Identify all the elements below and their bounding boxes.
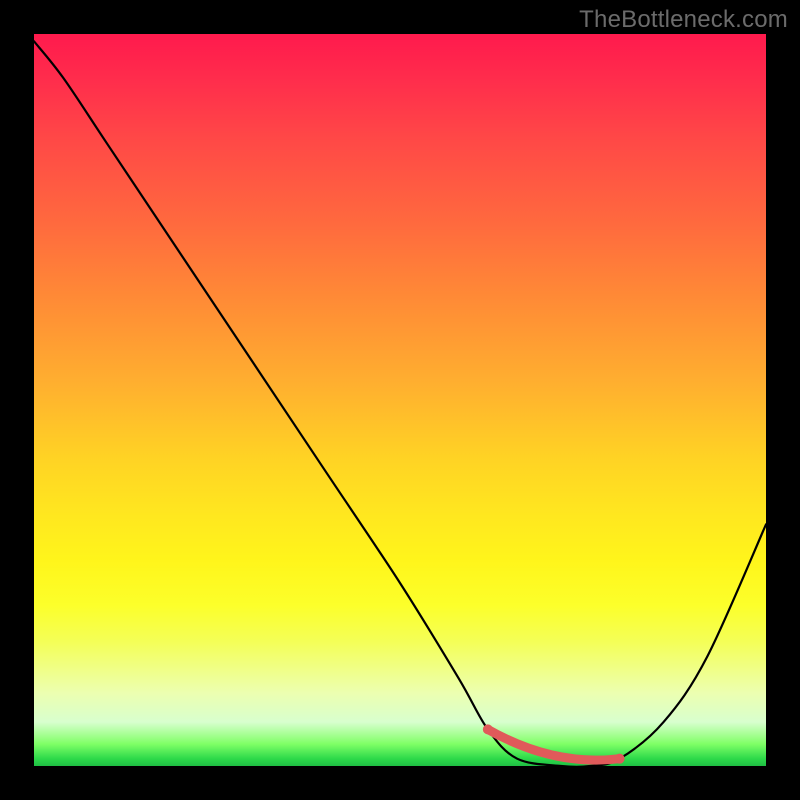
optimal-region-start-dot <box>483 724 493 734</box>
optimal-region-end-dot <box>615 754 625 764</box>
plot-area <box>34 34 766 766</box>
chart-frame: TheBottleneck.com <box>0 0 800 800</box>
watermark-text: TheBottleneck.com <box>579 6 788 34</box>
curve-layer <box>34 34 766 766</box>
optimal-region-marker <box>488 729 620 760</box>
bottleneck-curve <box>34 41 766 766</box>
